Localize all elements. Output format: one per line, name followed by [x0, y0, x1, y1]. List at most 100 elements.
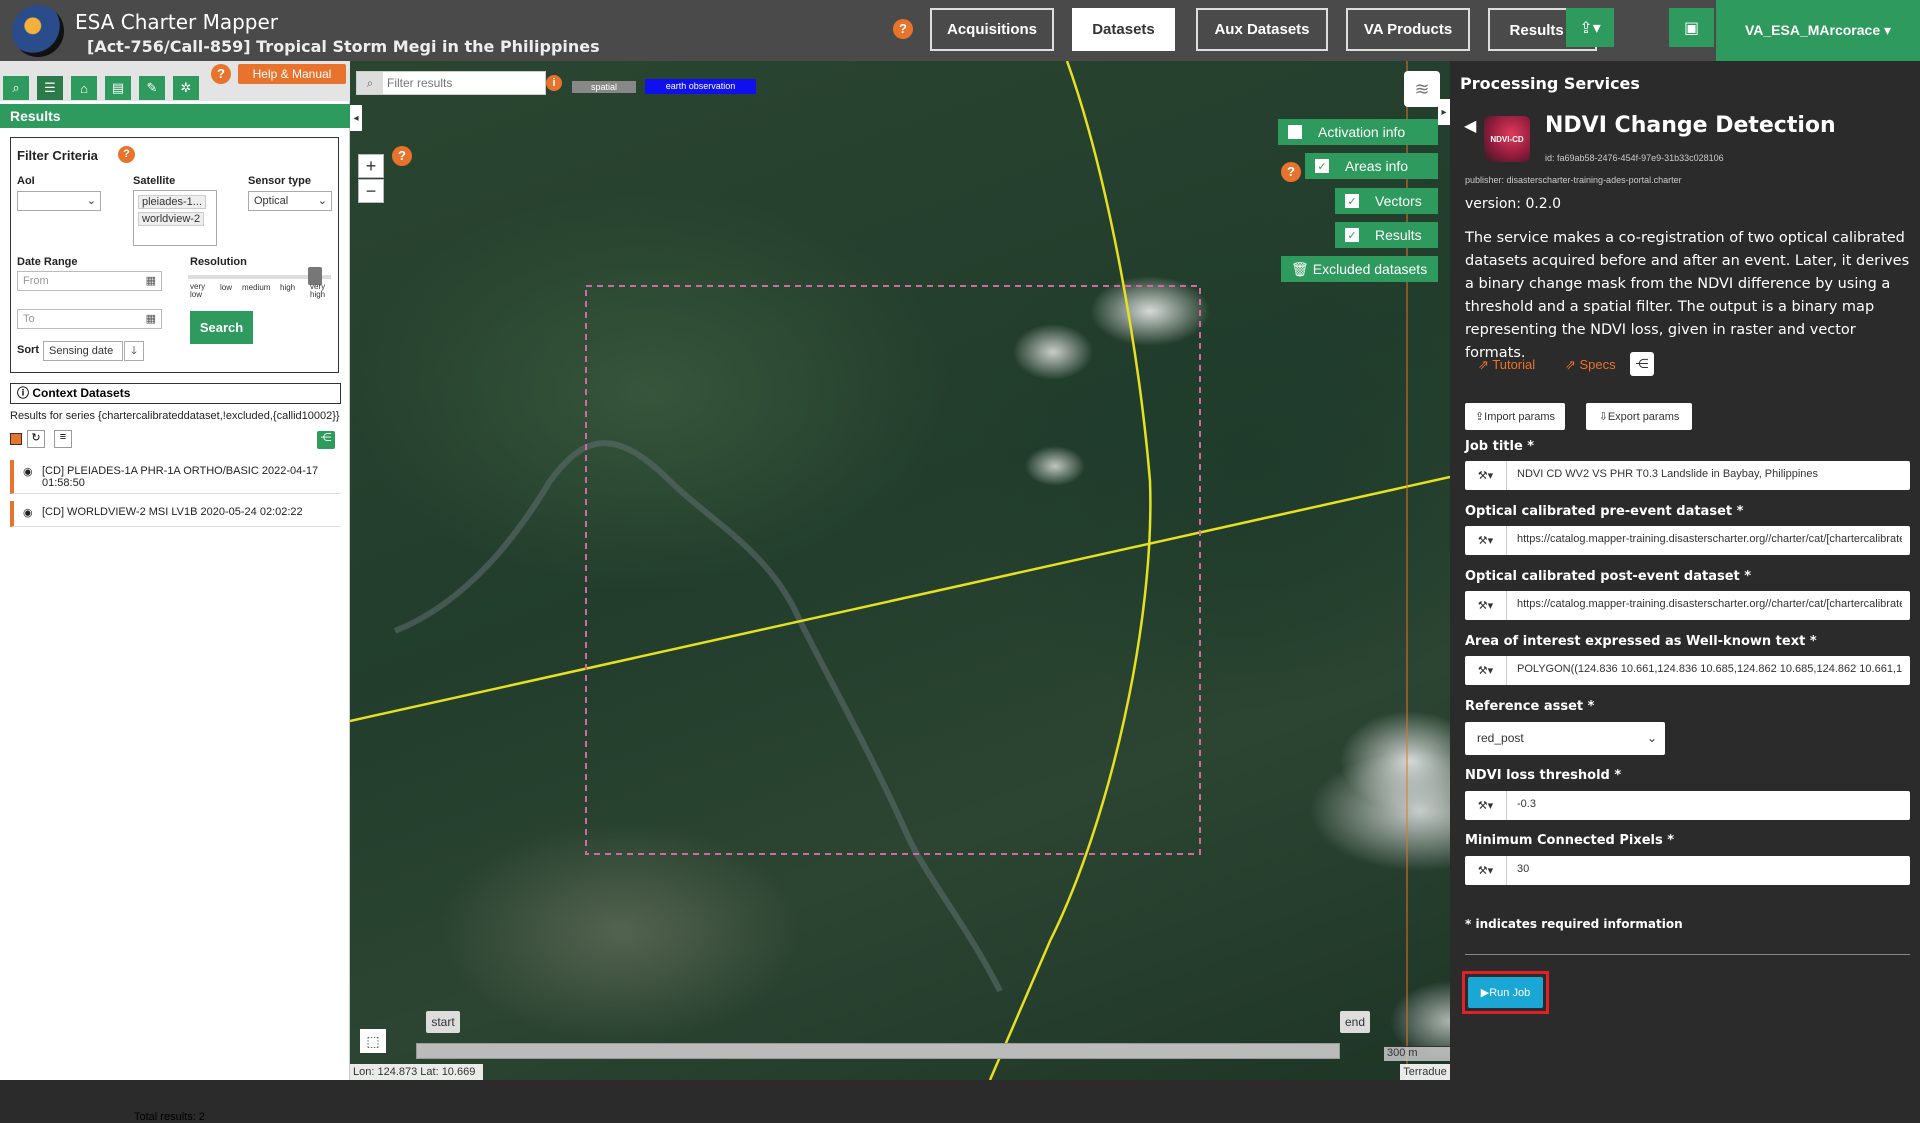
magic-wand-icon[interactable]: ⚒▾ [1465, 461, 1507, 490]
upload-icon: ⇪ [1474, 411, 1485, 423]
menu-icon[interactable]: ≡ [54, 430, 72, 448]
search-button[interactable]: Search [190, 311, 253, 344]
esa-charter-logo[interactable] [12, 5, 64, 57]
share-icon[interactable]: ⋲ [1630, 352, 1654, 376]
refresh-icon[interactable]: ↻ [27, 430, 45, 448]
magic-wand-icon[interactable]: ⚒▾ [1465, 856, 1507, 885]
calendar-icon: ▦ [145, 275, 156, 287]
specs-link[interactable]: ⇗ Specs [1565, 357, 1616, 373]
fullscreen-icon[interactable]: ⬚ [360, 1029, 386, 1053]
layers-icon[interactable]: ≋ [1404, 71, 1440, 107]
vectors-toggle[interactable]: ✓ Vectors [1335, 188, 1438, 214]
collapse-left-panel-icon[interactable]: ◂ [350, 105, 362, 131]
tag-spatial[interactable]: spatial [572, 81, 636, 93]
timeline-end[interactable]: end [1340, 1011, 1370, 1033]
service-logo: NDVI-CD [1484, 116, 1530, 162]
sort-select[interactable]: Sensing date [43, 341, 123, 361]
timeline-start[interactable]: start [426, 1011, 460, 1033]
upload-icon[interactable]: ⇪▾ [1566, 8, 1614, 47]
collapse-right-panel-icon[interactable]: ▸ [1438, 99, 1450, 125]
min-pixels-input[interactable]: ⚒▾ 30 [1465, 856, 1910, 885]
satellite-multiselect[interactable]: pleiades-1... worldview-2 [133, 190, 217, 246]
archive-icon[interactable]: ▤ [105, 76, 131, 100]
filter-results-input[interactable] [387, 74, 537, 92]
job-title-input[interactable]: ⚒▾ NDVI CD WV2 VS PHR T0.3 Landslide in B… [1465, 461, 1910, 490]
pencil-icon[interactable]: ✎ [139, 76, 165, 100]
sensor-label: Sensor type [248, 175, 311, 187]
sort-direction-icon[interactable]: 🡓 [124, 341, 144, 361]
attribution[interactable]: Terradue [1400, 1064, 1450, 1080]
trash-icon: 🗑 [1291, 260, 1309, 277]
min-pixels-label: Minimum Connected Pixels * [1465, 833, 1675, 848]
help-icon[interactable]: ? [392, 146, 412, 166]
activation-title: [Act-756/Call-859] Tropical Storm Megi i… [87, 37, 600, 56]
aoi-label: AoI [17, 175, 35, 187]
zoom-in-button[interactable]: + [358, 154, 384, 178]
post-event-input[interactable]: ⚒▾ https://catalog.mapper-training.disast… [1465, 591, 1910, 620]
select-all-checkbox[interactable] [10, 433, 22, 445]
aoi-wkt-input[interactable]: ⚒▾ POLYGON((124.836 10.661,124.836 10.685… [1465, 656, 1910, 685]
basket-icon[interactable]: ⌂ [71, 76, 97, 100]
results-toggle[interactable]: ✓ Results [1335, 222, 1438, 248]
total-results: Total results: 2 [134, 1111, 205, 1123]
help-manual-button[interactable]: Help & Manual [238, 64, 346, 84]
external-link-icon: ⇗ [1478, 357, 1493, 372]
search-icon[interactable]: ⌕ [3, 76, 29, 100]
ndvi-threshold-input[interactable]: ⚒▾ -0.3 [1465, 791, 1910, 820]
aoi-select[interactable]: ⌄ [17, 191, 101, 211]
activation-info-toggle[interactable]: Activation info [1278, 119, 1438, 145]
check-icon: ✓ [1345, 228, 1359, 242]
ndvi-threshold-label: NDVI loss threshold * [1465, 768, 1622, 783]
scale-bar: 300 m [1384, 1046, 1450, 1061]
user-menu[interactable]: VA_ESA_MArcorace ▾ [1716, 0, 1920, 61]
satellite-tag[interactable]: pleiades-1... [138, 195, 206, 209]
export-params-button[interactable]: ⇩ Export params [1586, 403, 1692, 430]
map-filter[interactable]: ⌕ [356, 71, 546, 95]
nav-acquisitions[interactable]: Acquisitions [930, 8, 1054, 51]
nav-datasets[interactable]: Datasets [1072, 8, 1175, 51]
timeline-bar[interactable] [416, 1043, 1340, 1059]
sensor-select[interactable]: Optical ⌄ [248, 191, 332, 211]
divider [1465, 954, 1910, 955]
reference-asset-select[interactable]: red_post ⌄ [1465, 722, 1665, 755]
list-item[interactable]: ◉ [CD] PLEIADES-1A PHR-1A ORTHO/BASIC 202… [10, 460, 341, 494]
nav-aux-datasets[interactable]: Aux Datasets [1196, 8, 1328, 51]
pre-event-label: Optical calibrated pre-event dataset * [1465, 504, 1744, 519]
satellite-tag[interactable]: worldview-2 [138, 212, 205, 226]
to-date-input[interactable]: To ▦ [17, 309, 162, 329]
run-job-button[interactable]: ▶ Run Job [1468, 977, 1543, 1008]
back-icon[interactable]: ◀ [1464, 116, 1476, 136]
nav-va-products[interactable]: VA Products [1346, 8, 1470, 51]
processing-services-panel: Processing Services ◀ NDVI-CD NDVI Chang… [1450, 61, 1920, 1080]
zoom-out-button[interactable]: − [358, 179, 384, 203]
excluded-datasets-button[interactable]: 🗑 Excluded datasets [1281, 256, 1438, 282]
help-icon[interactable]: ? [1281, 162, 1301, 182]
info-icon[interactable]: i [546, 75, 562, 91]
resolution-tick: medium [242, 283, 271, 292]
import-params-button[interactable]: ⇪ Import params [1465, 403, 1565, 430]
list-item[interactable]: ◉ [CD] WORLDVIEW-2 MSI LV1B 2020-05-24 02… [10, 501, 341, 527]
help-icon[interactable]: ? [211, 64, 231, 84]
help-icon[interactable]: ? [118, 146, 135, 163]
magic-wand-icon[interactable]: ⚒▾ [1465, 526, 1507, 555]
tutorial-link[interactable]: ⇗ Tutorial [1478, 357, 1535, 373]
map-view[interactable]: ◂ ⌕ i spatial earth observation + − ? ≋ … [350, 61, 1450, 1080]
list-icon[interactable]: ☰ [37, 76, 63, 100]
areas-info-toggle[interactable]: ✓ Areas info [1305, 153, 1438, 179]
chevron-down-icon: ⌄ [1646, 731, 1657, 745]
calendar-icon: ▦ [145, 313, 156, 325]
aoi-wkt-label: Area of interest expressed as Well-known… [1465, 634, 1817, 649]
help-icon[interactable]: ? [893, 19, 913, 39]
magic-wand-icon[interactable]: ⚒▾ [1465, 591, 1507, 620]
results-title: Results [0, 104, 350, 128]
share-icon[interactable]: ⋲ [317, 431, 335, 449]
briefcase-icon[interactable]: ▣ [1669, 8, 1714, 47]
tag-earth-observation[interactable]: earth observation [645, 79, 756, 94]
context-datasets-header[interactable]: ⓘ Context Datasets [10, 383, 341, 404]
from-date-input[interactable]: From ▦ [17, 271, 162, 291]
gear-icon[interactable]: ✲ [173, 76, 199, 100]
pre-event-input[interactable]: ⚒▾ https://catalog.mapper-training.disast… [1465, 526, 1910, 555]
globe-icon: ◉ [23, 507, 33, 519]
magic-wand-icon[interactable]: ⚒▾ [1465, 791, 1507, 820]
magic-wand-icon[interactable]: ⚒▾ [1465, 656, 1507, 685]
